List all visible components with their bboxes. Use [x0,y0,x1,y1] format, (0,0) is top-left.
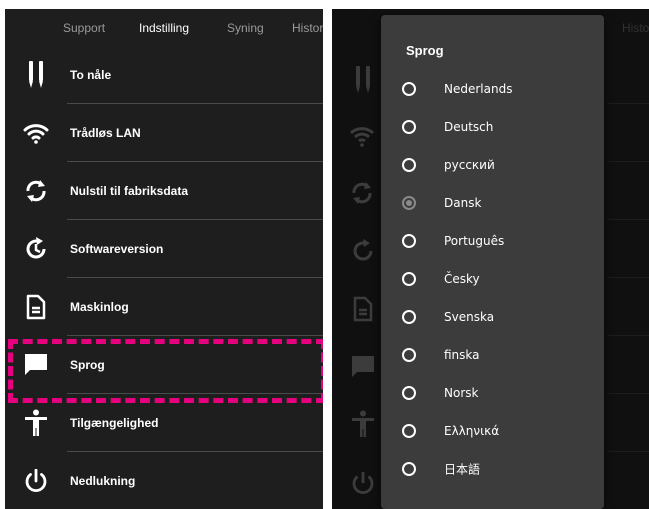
setting-label: To nåle [70,68,112,82]
setting-label: Nulstil til fabriksdata [70,184,189,198]
radio-button[interactable] [402,462,416,476]
option-label: Ελληνικά [444,424,500,438]
radio-button[interactable] [402,348,416,362]
chat-bubble-icon [20,349,52,381]
radio-button[interactable] [402,310,416,324]
setting-label: Sprog [70,358,105,372]
accessibility-icon [20,407,52,439]
language-option-finska[interactable]: finska [381,336,604,374]
tab-support[interactable]: Support [63,21,105,35]
option-label: Português [444,234,505,248]
setting-label: Tilgængelighed [70,416,159,430]
radio-button[interactable] [402,424,416,438]
radio-button[interactable] [402,158,416,172]
language-option-dansk[interactable]: Dansk [381,184,604,222]
reset-icon [20,175,52,207]
language-option-portugues[interactable]: Português [381,222,604,260]
language-option-nederlands[interactable]: Nederlands [381,70,604,108]
twin-needle-icon [20,59,52,91]
language-option-russian[interactable]: русский [381,146,604,184]
wifi-icon [20,117,52,149]
radio-button[interactable] [402,120,416,134]
language-option-norsk[interactable]: Norsk [381,374,604,412]
setting-item-shutdown[interactable]: Nedlukning [5,452,323,509]
option-label: Dansk [444,196,482,210]
language-dialog-screen: Historik Sprog Nederlands Deutsch [332,9,649,509]
setting-item-machine-log[interactable]: Maskinlog [5,278,323,336]
language-option-deutsch[interactable]: Deutsch [381,108,604,146]
language-option-svenska[interactable]: Svenska [381,298,604,336]
software-update-icon [20,233,52,265]
power-icon [20,465,52,497]
radio-button[interactable] [402,234,416,248]
setting-label: Softwareversion [70,242,164,256]
option-label: 日本語 [444,462,481,477]
setting-item-factory-reset[interactable]: Nulstil til fabriksdata [5,162,323,220]
setting-item-accessibility[interactable]: Tilgængelighed [5,394,323,452]
setting-label: Trådløs LAN [70,126,141,140]
setting-label: Nedlukning [70,474,136,488]
option-label: Norsk [444,386,479,400]
setting-label: Maskinlog [70,300,129,314]
setting-item-language[interactable]: Sprog [5,336,323,394]
tab-settings[interactable]: Indstilling [139,21,189,35]
radio-button[interactable] [402,386,416,400]
option-label: Svenska [444,310,495,324]
option-label: Nederlands [444,82,513,96]
radio-button[interactable] [402,82,416,96]
tab-bar: Support Indstilling Syning Historik [5,9,323,47]
dialog-title: Sprog [406,43,444,58]
option-label: Deutsch [444,120,494,134]
setting-item-software-version[interactable]: Softwareversion [5,220,323,278]
option-label: русский [444,158,495,172]
setting-item-twin-needle[interactable]: To nåle [5,46,323,104]
language-option-greek[interactable]: Ελληνικά [381,412,604,450]
tab-history[interactable]: Historik [292,21,323,35]
radio-button-selected[interactable] [402,196,416,210]
settings-screen: Support Indstilling Syning Historik To n… [5,9,323,509]
option-label: finska [444,348,480,362]
radio-button[interactable] [402,272,416,286]
setting-item-wireless-lan[interactable]: Trådløs LAN [5,104,323,162]
language-dialog: Sprog Nederlands Deutsch русский Dansk P… [381,15,604,509]
document-icon [20,291,52,323]
option-label: Česky [444,272,480,286]
language-option-japanese[interactable]: 日本語 [381,450,604,488]
language-option-cesky[interactable]: Česky [381,260,604,298]
tab-sewing[interactable]: Syning [227,21,264,35]
